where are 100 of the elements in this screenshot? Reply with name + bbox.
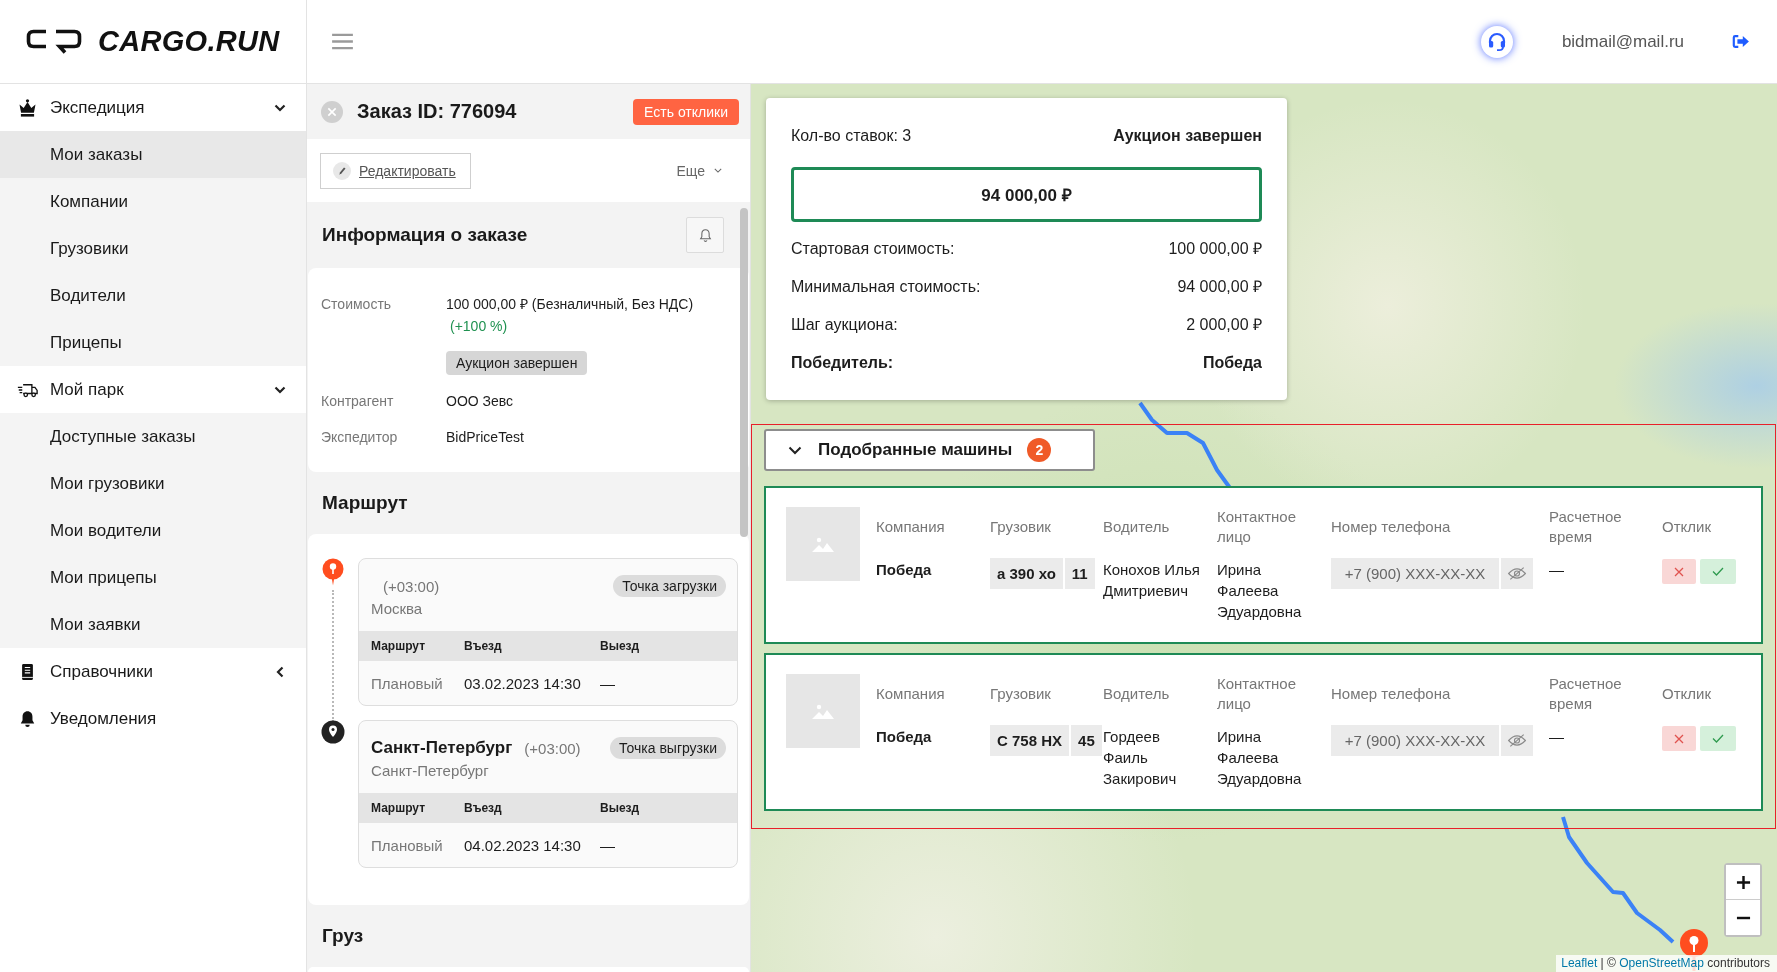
column-label: Контактное лицо — [1217, 507, 1297, 547]
point-type-tag: Точка загрузки — [613, 575, 726, 597]
field-label: Контрагент — [321, 392, 395, 411]
plate-number: С 758 НХ — [990, 725, 1070, 756]
price-value: Победа — [1202, 353, 1262, 373]
accept-button[interactable] — [1700, 559, 1736, 584]
reject-button[interactable] — [1662, 559, 1696, 584]
minus-icon — [1735, 915, 1751, 920]
field-label: Стоимость — [321, 295, 393, 314]
status-tag: Аукцион завершен — [446, 351, 588, 375]
sidebar-item[interactable]: Мои прицепы — [0, 554, 306, 601]
notification-button[interactable] — [686, 217, 724, 253]
column-label: Номер телефона — [1331, 517, 1451, 537]
price-label: Стартовая стоимость: — [791, 239, 955, 259]
order-title: Заказ ID: 776094 — [357, 100, 518, 123]
bell-icon — [698, 227, 712, 243]
sidebar-item[interactable]: Мои водители — [0, 507, 306, 554]
field-value: ООО Зевс — [446, 392, 514, 411]
region-name: Санкт-Петербург — [371, 761, 490, 781]
zoom-in-button[interactable] — [1726, 865, 1760, 900]
column-label: Отклик — [1662, 684, 1711, 704]
show-phone-button[interactable] — [1501, 725, 1533, 756]
column-label: Расчетное время — [1549, 507, 1623, 547]
table-cell-text: 04.02.2023 14:30 — [464, 836, 582, 854]
accept-button[interactable] — [1700, 726, 1736, 751]
close-icon[interactable] — [321, 100, 343, 123]
company-name: Победа — [876, 560, 932, 580]
eye-slash-icon — [1507, 733, 1527, 748]
sidebar-item[interactable]: Водители — [0, 272, 306, 319]
column-label: Грузовик — [990, 517, 1051, 537]
sidebar-item[interactable]: Компании — [0, 178, 306, 225]
table-cell-text: Плановый — [371, 674, 444, 692]
attribution-link[interactable]: OpenStreetMap — [1619, 956, 1704, 970]
sidebar-item[interactable]: Мои заявки — [0, 601, 306, 648]
count-badge: 2 — [1027, 438, 1052, 462]
sidebar-item[interactable]: Доступные заказы — [0, 413, 306, 460]
region-name: Москва — [371, 599, 424, 619]
check-icon — [1712, 567, 1724, 576]
pencil-icon — [333, 161, 351, 180]
current-price: 94 000,00 ₽ — [791, 167, 1262, 222]
check-icon — [1712, 734, 1724, 743]
responses-badge: Есть отклики — [633, 98, 739, 125]
driver-name: Конохов Илья Дмитриевич — [1103, 560, 1201, 601]
table-cell-text: — — [600, 836, 616, 854]
column-header: Маршрут — [371, 639, 427, 653]
logo-icon — [25, 28, 83, 55]
phone-number: +7 (900) XXX-XX-XX — [1331, 725, 1499, 756]
eta-value: — — [1549, 727, 1564, 747]
column-label: Водитель — [1103, 684, 1170, 704]
column-label: Компания — [876, 684, 945, 704]
column-label: Отклик — [1662, 517, 1711, 537]
contact-name: Ирина Фалеева Эдуардовна — [1217, 560, 1303, 622]
crown-icon — [17, 98, 38, 117]
sidebar-item[interactable]: Грузовики — [0, 225, 306, 272]
section-title: Информация о заказе — [322, 224, 528, 246]
edit-button[interactable]: Редактировать — [320, 152, 471, 189]
column-label: Грузовик — [990, 684, 1051, 704]
column-header: Выезд — [600, 639, 641, 653]
sidebar-item[interactable]: Прицепы — [0, 319, 306, 366]
column-header: Въезд — [464, 801, 503, 815]
driver-name: Гордеев Фаиль Закирович — [1103, 727, 1178, 789]
column-label: Компания — [876, 517, 945, 537]
phone-number: +7 (900) XXX-XX-XX — [1331, 558, 1499, 589]
column-label: Номер телефона — [1331, 684, 1451, 704]
field-value: 100 000,00 ₽ (Безналичный, Без НДС) — [446, 295, 694, 314]
section-title: Маршрут — [322, 492, 408, 514]
field-label: Экспедитор — [321, 428, 399, 447]
timezone: (+03:00) — [524, 739, 582, 757]
table-cell-text: 03.02.2023 14:30 — [464, 674, 582, 692]
price-change: (+100 %) — [450, 317, 508, 336]
sidebar-item[interactable]: Мои грузовики — [0, 460, 306, 507]
reject-button[interactable] — [1662, 726, 1696, 751]
show-phone-button[interactable] — [1501, 558, 1533, 589]
price-label: Шаг аукциона: — [791, 315, 898, 335]
scrollbar[interactable] — [740, 208, 748, 537]
price-value: 94 000,00 ₽ — [1177, 277, 1262, 297]
cross-icon — [1674, 566, 1684, 577]
cross-icon — [1674, 733, 1684, 744]
plate-region: 11 — [1064, 558, 1095, 589]
point-type-tag: Точка выгрузки — [610, 737, 726, 759]
column-header: Маршрут — [371, 801, 427, 815]
plate-region: 45 — [1071, 725, 1102, 756]
contact-name: Ирина Фалеева Эдуардовна — [1217, 727, 1303, 789]
table-cell-text: Плановый — [371, 836, 444, 854]
attribution-link[interactable]: Leaflet — [1561, 956, 1598, 970]
matched-vehicles-toggle[interactable]: Подобранные машины 2 — [764, 429, 1095, 471]
logout-icon[interactable] — [1732, 34, 1750, 49]
auction-status: Аукцион завершен — [1113, 126, 1262, 146]
plate-number: а 390 хо — [990, 558, 1063, 589]
bid-count: Кол-во ставок: 3 — [791, 126, 912, 146]
price-label: Победитель: — [791, 353, 894, 373]
company-name: Победа — [876, 727, 932, 747]
timezone: (+03:00) — [383, 577, 441, 595]
more-button[interactable]: Еще — [676, 162, 722, 179]
user-email: bidmail@mail.ru — [1561, 31, 1684, 52]
menu-icon[interactable] — [332, 33, 353, 50]
eye-slash-icon — [1507, 566, 1527, 581]
column-header: Выезд — [600, 801, 641, 815]
column-header: Въезд — [464, 639, 503, 653]
sidebar-item[interactable]: Мои заказы — [0, 131, 306, 178]
